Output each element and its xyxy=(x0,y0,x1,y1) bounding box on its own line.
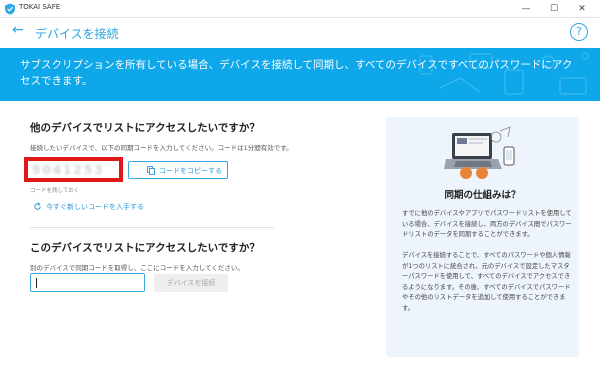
sync-info-panel: 同期の仕組みは？ すでに他のデバイスやアプリでパスワードリストを使用している場合… xyxy=(386,117,579,357)
copy-code-button[interactable]: コードをコピーする xyxy=(128,161,228,179)
shield-icon xyxy=(5,3,15,15)
sync-code-input[interactable] xyxy=(30,273,145,292)
this-device-instruction: 別のデバイスで同期コードを取得し、ここにコードを入力してください。 xyxy=(30,264,244,272)
refresh-code-label: 今すぐ新しいコードを入手する xyxy=(46,203,144,211)
sync-code: 9041253 xyxy=(32,163,105,177)
connect-device-button[interactable]: デバイスを接続 xyxy=(154,274,228,292)
this-device-heading: このデバイスでリストにアクセスしたいですか？ xyxy=(30,242,260,254)
other-device-instruction: 接続したいデバイスで、以下の同期コードを入力してください。コードは1分間有効です… xyxy=(30,144,293,152)
sync-code-box: 9041253 xyxy=(24,157,123,182)
copy-icon xyxy=(147,166,155,175)
maximize-button[interactable]: ☐ xyxy=(540,0,568,18)
code-hint: コードを残しておく xyxy=(30,188,80,194)
sync-info-paragraph-2: デバイスを接続することで、すべてのパスワードや個人情報が1つのリストに統合され、… xyxy=(402,252,571,312)
refresh-icon xyxy=(34,202,41,210)
back-arrow-icon[interactable]: ← xyxy=(12,22,24,38)
minimize-button[interactable]: — xyxy=(512,0,540,18)
sync-info-heading: 同期の仕組みは？ xyxy=(444,190,521,201)
page-title: デバイスを接続 xyxy=(35,27,119,41)
title-bar: TOKAI SAFE — ☐ ✕ xyxy=(0,0,600,18)
section-divider xyxy=(30,227,274,228)
info-banner: サブスクリプションを所有している場合、デバイスを接続して同期し、すべてのデバイス… xyxy=(0,48,600,101)
help-icon[interactable]: ? xyxy=(570,23,588,41)
sync-info-paragraph-1: すでに他のデバイスやアプリでパスワードリストを使用している場合、デバイスを接続し… xyxy=(402,210,572,238)
laptop-sync-illustration-icon xyxy=(444,126,515,179)
page-header: ← デバイスを接続 ? xyxy=(0,18,600,48)
banner-text: サブスクリプションを所有している場合、デバイスを接続して同期し、すべてのデバイス… xyxy=(20,59,573,87)
text-caret xyxy=(36,278,37,288)
close-button[interactable]: ✕ xyxy=(568,0,596,18)
other-device-heading: 他のデバイスでリストにアクセスしたいですか？ xyxy=(30,122,260,134)
copy-code-label: コードをコピーする xyxy=(159,167,222,175)
connect-device-label: デバイスを接続 xyxy=(166,279,216,287)
app-name: TOKAI SAFE xyxy=(19,3,61,11)
